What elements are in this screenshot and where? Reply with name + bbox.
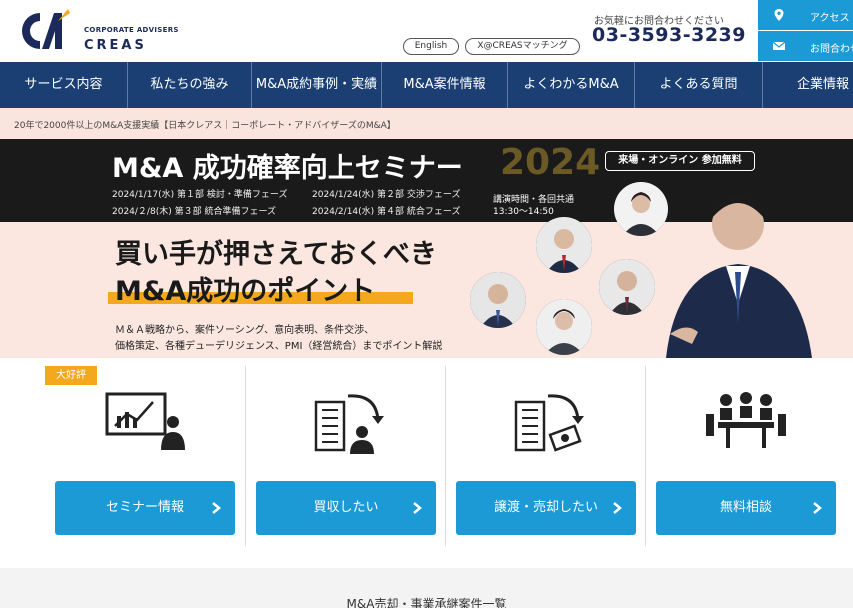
banner-description: Ｍ＆Ａ戦略から、案件ソーシング、意向表明、条件交渉、 — [115, 325, 375, 336]
listing-section: M&A売却・事業承継案件一覧 — [0, 568, 853, 608]
speaker-photo — [599, 259, 655, 315]
site-header: CORPORATE ADVISERS CREAS English X@CREAS… — [0, 0, 853, 62]
seminar-banner[interactable]: M&A 成功確率向上セミナー 2024 来場・オンライン 参加無料 2024/1… — [0, 139, 853, 358]
acquire-card[interactable]: 買収したい — [245, 366, 445, 546]
consultation-button-label: 無料相談 — [719, 500, 772, 515]
chevron-right-icon — [413, 502, 422, 514]
seminar-button[interactable]: セミナー情報 — [55, 481, 235, 535]
logo-subtitle: CORPORATE ADVISERS — [84, 26, 179, 34]
sell-button-label: 譲渡・売却したい — [493, 500, 598, 515]
acquire-button-label: 買収したい — [313, 500, 379, 515]
nav-item-strengths[interactable]: 私たちの強み — [128, 62, 252, 108]
consultation-icon — [706, 392, 786, 448]
nav-item-company[interactable]: 企業情報 — [763, 62, 853, 108]
time-value: 13:30〜14:50 — [493, 207, 554, 217]
logo-name: CREAS — [84, 38, 147, 53]
nav-item-faq[interactable]: よくある質問 — [635, 62, 763, 108]
chevron-right-icon — [212, 502, 221, 514]
access-button[interactable]: アクセス — [758, 0, 853, 30]
speaker-photo — [536, 299, 592, 355]
acquire-icon — [314, 394, 384, 454]
nav-item-cases[interactable]: M&A成約事例・実績 — [252, 62, 382, 108]
schedule-item: 2024/2/14(水) 第４部 統合フェーズ — [312, 207, 461, 217]
contact-label: お問合わせ — [810, 44, 853, 55]
main-nav: サービス内容 私たちの強み M&A成約事例・実績 M&A案件情報 よくわかるM&… — [0, 62, 853, 108]
english-button[interactable]: English — [403, 38, 459, 55]
logo-mark-icon — [21, 9, 70, 49]
nav-item-services[interactable]: サービス内容 — [0, 62, 128, 108]
breadcrumb: 20年で2000件以上のM&A支援実績【日本クレアス｜コーポレート・アドバイザー… — [14, 121, 396, 131]
banner-title: M&A 成功確率向上セミナー — [112, 153, 463, 184]
banner-description: 価格策定、各種デューデリジェンス、PMI（経営統合）までポイント解説 — [115, 341, 443, 352]
chevron-right-icon — [813, 502, 822, 514]
consultation-button[interactable]: 無料相談 — [656, 481, 836, 535]
site-logo[interactable]: CORPORATE ADVISERS CREAS — [18, 7, 178, 55]
mail-icon — [772, 41, 786, 50]
seminar-card[interactable]: 大好評 セミナー情報 — [45, 366, 245, 546]
banner-headline-sub: M&A成功のポイント — [115, 276, 376, 307]
sell-button[interactable]: 譲渡・売却したい — [456, 481, 636, 535]
seminar-button-label: セミナー情報 — [105, 500, 184, 515]
phone-number[interactable]: 03-3593-3239 — [592, 24, 746, 46]
acquire-button[interactable]: 買収したい — [256, 481, 436, 535]
listing-title: M&A売却・事業承継案件一覧 — [346, 597, 507, 608]
nav-item-deals[interactable]: M&A案件情報 — [382, 62, 508, 108]
main-speaker-photo — [656, 184, 816, 358]
schedule-item: 2024/1/17(水) 第１部 検討・準備フェーズ — [112, 190, 288, 200]
map-pin-icon — [774, 9, 784, 21]
banner-headline: 買い手が押さえておくべき — [115, 239, 437, 270]
banner-year: 2024 — [500, 142, 601, 183]
speaker-photo — [536, 217, 592, 273]
popular-badge: 大好評 — [45, 366, 97, 385]
consultation-card[interactable]: 無料相談 — [645, 366, 845, 546]
contact-button[interactable]: お問合わせ — [758, 31, 853, 61]
breadcrumb-bar: 20年で2000件以上のM&A支援実績【日本クレアス｜コーポレート・アドバイザー… — [0, 108, 853, 139]
chevron-right-icon — [613, 502, 622, 514]
speaker-photo — [470, 272, 526, 328]
x-matching-button[interactable]: X@CREASマッチング — [465, 38, 580, 55]
schedule-item: 2024/２/8(木) 第３部 統合準備フェーズ — [112, 207, 276, 217]
service-cards: 大好評 セミナー情報 買収したい 譲渡・売却したい 無料相談 — [45, 366, 845, 546]
sell-icon — [514, 394, 584, 452]
nav-item-guide[interactable]: よくわかるM&A — [508, 62, 635, 108]
banner-free-badge: 来場・オンライン 参加無料 — [605, 151, 755, 171]
access-label: アクセス — [810, 13, 850, 24]
presentation-icon — [105, 392, 185, 450]
sell-card[interactable]: 譲渡・売却したい — [445, 366, 645, 546]
schedule-item: 2024/1/24(水) 第２部 交渉フェーズ — [312, 190, 461, 200]
